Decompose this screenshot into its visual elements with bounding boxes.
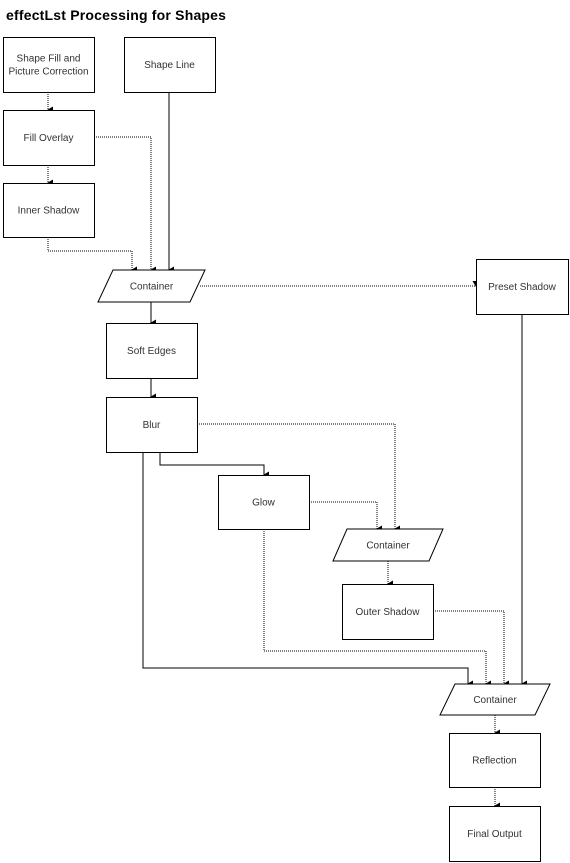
node-preset-shadow: Preset Shadow	[476, 259, 569, 315]
node-container-1: Container	[97, 269, 206, 303]
node-soft-edges: Soft Edges	[106, 323, 198, 379]
node-label: Final Output	[467, 829, 522, 840]
node-label: Fill Overlay	[23, 133, 73, 144]
node-inner-shadow: Inner Shadow	[3, 183, 95, 238]
node-label: Glow	[252, 498, 276, 509]
node-container-2: Container	[332, 528, 444, 562]
node-label: Container	[130, 282, 174, 293]
node-glow: Glow	[218, 475, 310, 530]
node-label: Outer Shadow	[356, 607, 421, 618]
node-final-output: Final Output	[449, 806, 541, 862]
edge-glow-to-container-2	[309, 501, 382, 533]
node-label: Reflection	[472, 756, 516, 767]
node-label: Shape Fill and	[17, 54, 81, 65]
process-box	[3, 37, 95, 93]
node-label: Container	[366, 541, 410, 552]
node-reflection: Reflection	[449, 733, 541, 788]
node-label: Container	[473, 695, 517, 706]
flowchart: Shape Fill and Picture Correction Shape Li…	[3, 37, 569, 862]
node-label: Picture Correction	[8, 67, 88, 78]
node-label: Inner Shadow	[18, 206, 80, 217]
node-fill-overlay: Fill Overlay	[3, 110, 95, 166]
node-blur: Blur	[106, 397, 198, 453]
node-label: Soft Edges	[127, 346, 176, 357]
node-label: Preset Shadow	[488, 282, 557, 293]
node-container-3: Container	[439, 683, 551, 716]
node-outer-shadow: Outer Shadow	[342, 584, 434, 640]
edge-fill-overlay-to-container-1	[94, 136, 156, 274]
node-shape-line: Shape Line	[124, 37, 216, 93]
node-label: Blur	[143, 420, 161, 431]
node-label: Shape Line	[144, 60, 195, 71]
edge-inner-shadow-to-container-1	[47, 237, 137, 274]
node-shape-fill: Shape Fill and Picture Correction	[3, 37, 95, 93]
edge-blur-to-glow	[159, 452, 269, 479]
